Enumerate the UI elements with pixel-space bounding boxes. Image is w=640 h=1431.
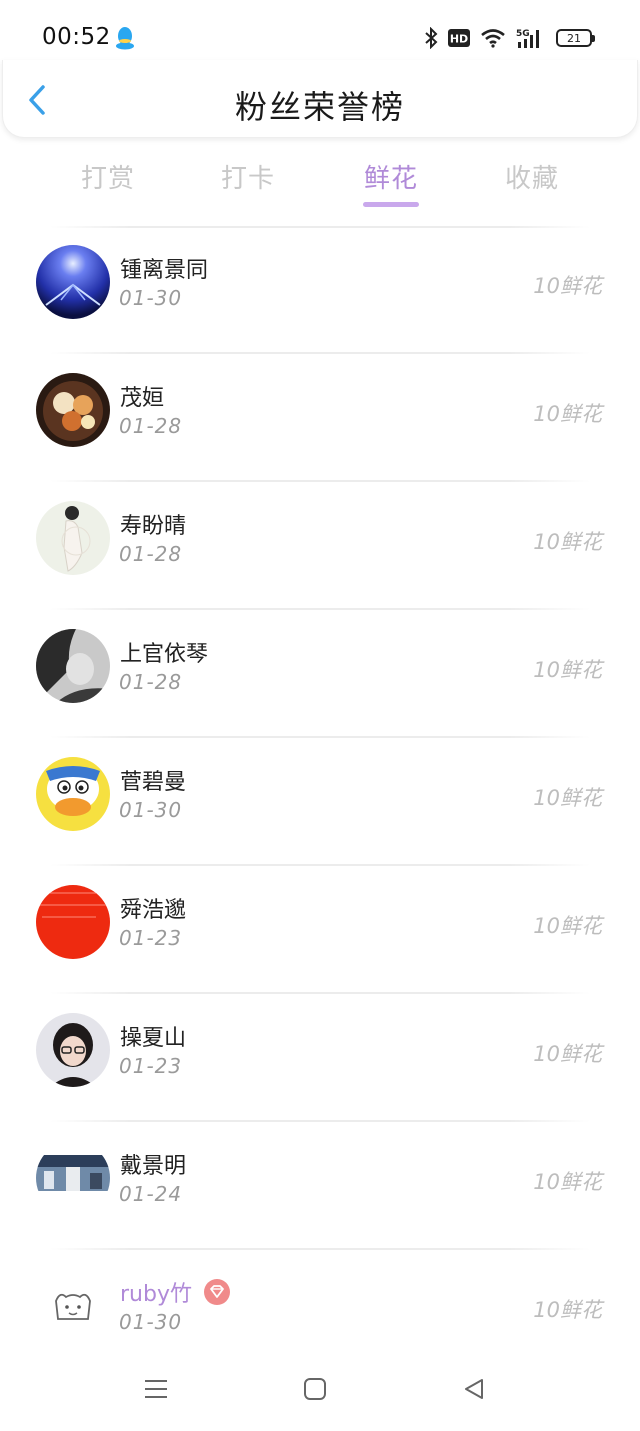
list-item[interactable]: 茂姮 01-28 10鲜花 <box>0 354 640 482</box>
fan-name: 茂姮 <box>120 386 165 411</box>
fan-date: 01-23 <box>119 926 183 950</box>
list-item[interactable]: 寿盼晴 01-28 10鲜花 <box>0 482 640 610</box>
list-item[interactable]: 操夏山 01-23 10鲜花 <box>0 994 640 1122</box>
fan-amount: 10鲜花 <box>533 402 602 426</box>
signal-5g-icon: 5G <box>516 27 546 49</box>
avatar[interactable] <box>36 1269 110 1343</box>
home-square-icon <box>303 1377 327 1405</box>
fan-date: 01-30 <box>119 286 183 310</box>
fan-name: 菅碧曼 <box>120 770 187 795</box>
status-time: 00:52 <box>42 24 111 50</box>
avatar[interactable] <box>36 501 110 575</box>
fan-amount: 10鲜花 <box>533 914 602 938</box>
hd-icon: HD <box>448 29 470 47</box>
fan-amount: 10鲜花 <box>533 786 602 810</box>
fan-name: 寿盼晴 <box>120 514 187 539</box>
fan-date: 01-28 <box>119 670 183 694</box>
back-nav-button[interactable] <box>452 1371 496 1411</box>
tab-checkin[interactable]: 打卡 <box>198 158 298 195</box>
avatar[interactable] <box>36 757 110 831</box>
fan-date: 01-23 <box>119 1054 183 1078</box>
fan-name: 锺离景同 <box>120 258 209 283</box>
avatar[interactable] <box>36 629 110 703</box>
fan-amount: 10鲜花 <box>533 1170 602 1194</box>
fan-name: 上官依琴 <box>120 642 209 667</box>
tab-tip[interactable]: 打赏 <box>58 158 158 195</box>
bluetooth-icon <box>424 27 438 49</box>
fan-amount: 10鲜花 <box>533 658 602 682</box>
system-nav-bar <box>0 1355 640 1431</box>
hd-label: HD <box>450 33 468 46</box>
network-label: 5G <box>516 29 530 39</box>
list-item[interactable]: 戴景明 01-24 10鲜花 <box>0 1122 640 1250</box>
fan-name: ruby竹 <box>120 1282 192 1307</box>
fan-amount: 10鲜花 <box>533 1298 602 1322</box>
fan-name: 舜浩邈 <box>120 898 187 923</box>
active-tab-indicator <box>363 202 419 207</box>
tab-flowers[interactable]: 鲜花 <box>341 158 441 195</box>
menu-button[interactable] <box>134 1371 178 1411</box>
wifi-icon <box>480 28 506 48</box>
fan-amount: 10鲜花 <box>533 1042 602 1066</box>
menu-icon <box>143 1377 169 1405</box>
list-item[interactable]: 舜浩邈 01-23 10鲜花 <box>0 866 640 994</box>
avatar[interactable] <box>36 1141 110 1215</box>
status-icons: HD 5G 21 <box>424 22 595 54</box>
fan-name-row: ruby竹 <box>120 1276 230 1308</box>
fan-date: 01-28 <box>119 542 183 566</box>
fan-name: 戴景明 <box>120 1154 187 1179</box>
list-item[interactable]: 上官依琴 01-28 10鲜花 <box>0 610 640 738</box>
diamond-badge-icon <box>203 1279 230 1305</box>
tab-bar: 打赏 打卡 鲜花 收藏 <box>0 150 640 210</box>
battery-level: 21 <box>567 31 581 45</box>
fan-amount: 10鲜花 <box>533 530 602 554</box>
qq-penguin-icon <box>115 26 135 50</box>
fan-date: 01-28 <box>119 414 183 438</box>
fan-name: 操夏山 <box>120 1026 187 1051</box>
list-item[interactable]: 菅碧曼 01-30 10鲜花 <box>0 738 640 866</box>
home-button[interactable] <box>293 1371 337 1411</box>
page-title: 粉丝荣誉榜 <box>234 88 405 126</box>
tab-favorites[interactable]: 收藏 <box>482 158 582 195</box>
fan-date: 01-30 <box>119 1310 183 1334</box>
header-bar: 粉丝荣誉榜 <box>2 60 638 138</box>
list-item[interactable]: 锺离景同 01-30 10鲜花 <box>0 226 640 354</box>
fan-date: 01-24 <box>119 1182 183 1206</box>
avatar[interactable] <box>36 1013 110 1087</box>
avatar[interactable] <box>36 373 110 447</box>
avatar[interactable] <box>36 885 110 959</box>
battery-icon: 21 <box>556 29 595 47</box>
fan-amount: 10鲜花 <box>533 274 602 298</box>
back-triangle-icon <box>462 1377 486 1405</box>
avatar[interactable] <box>36 245 110 319</box>
fan-date: 01-30 <box>119 798 183 822</box>
